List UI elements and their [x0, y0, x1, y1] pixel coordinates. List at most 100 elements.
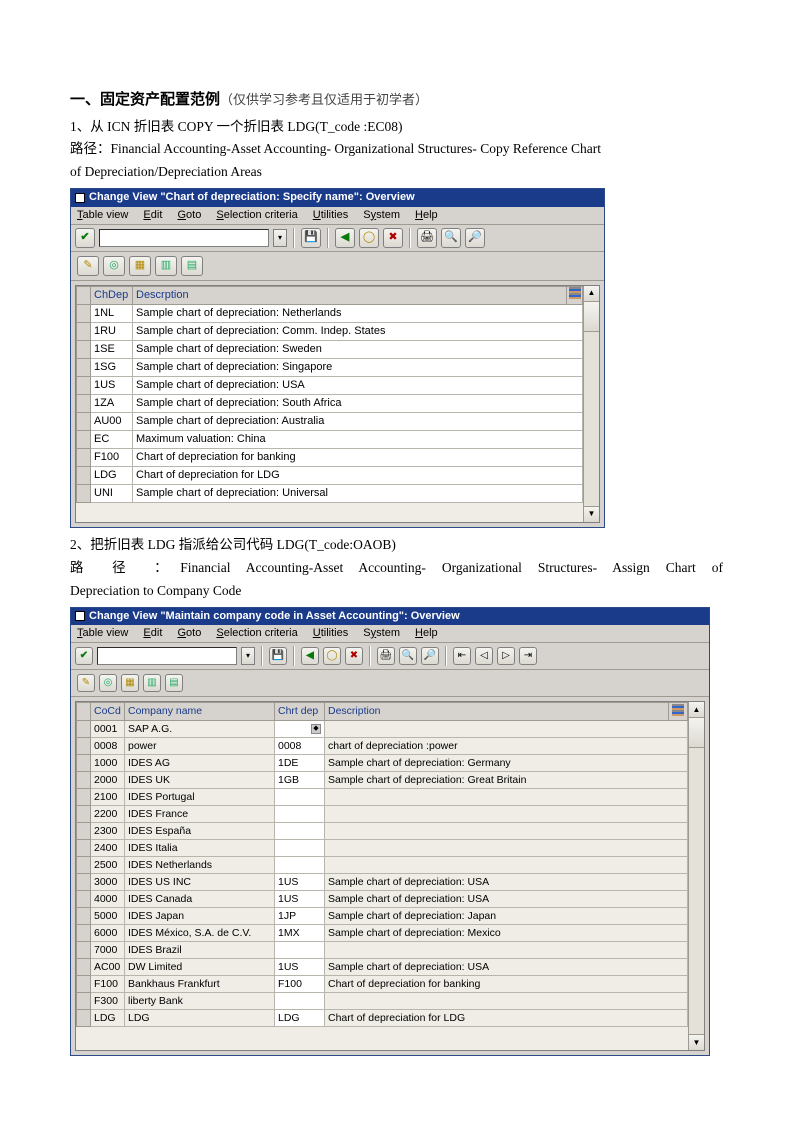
- cell-chrt-dep[interactable]: LDG: [275, 1010, 325, 1027]
- table-row[interactable]: LDGLDGLDGChart of depreciation for LDG: [77, 1010, 688, 1027]
- row-selector[interactable]: [77, 358, 91, 376]
- cell-chdep[interactable]: AU00: [91, 412, 133, 430]
- exit-button[interactable]: ◯: [323, 647, 341, 665]
- row-selector[interactable]: [77, 376, 91, 394]
- row-selector[interactable]: [77, 840, 91, 857]
- cell-chdep[interactable]: UNI: [91, 484, 133, 502]
- cell-chdep[interactable]: 1NL: [91, 304, 133, 322]
- table-row[interactable]: ECMaximum valuation: China: [77, 430, 583, 448]
- row-selector[interactable]: [77, 908, 91, 925]
- row-selector[interactable]: [77, 823, 91, 840]
- f4-help-button[interactable]: ◆: [311, 724, 321, 734]
- cell-description[interactable]: Sample chart of depreciation: Singapore: [133, 358, 583, 376]
- row-selector[interactable]: [77, 721, 91, 738]
- row-selector[interactable]: [77, 1010, 91, 1027]
- cancel-button[interactable]: ✖: [345, 647, 363, 665]
- menu-tableview[interactable]: Table view: [77, 627, 128, 639]
- table-row[interactable]: AU00Sample chart of depreciation: Austra…: [77, 412, 583, 430]
- table-row[interactable]: 1ZASample chart of depreciation: South A…: [77, 394, 583, 412]
- cell-chrt-dep[interactable]: 1JP: [275, 908, 325, 925]
- menu-edit[interactable]: Edit: [143, 209, 162, 221]
- col-description[interactable]: Descrption: [133, 286, 567, 304]
- cell-chdep[interactable]: 1US: [91, 376, 133, 394]
- cell-chrt-dep[interactable]: 0008: [275, 738, 325, 755]
- row-selector[interactable]: [77, 322, 91, 340]
- change-display-button[interactable]: ✎: [77, 674, 95, 692]
- table-row[interactable]: 5000IDES Japan1JPSample chart of depreci…: [77, 908, 688, 925]
- menu-system[interactable]: System: [363, 209, 400, 221]
- col-rowsel[interactable]: [77, 286, 91, 304]
- menu-help[interactable]: Help: [415, 627, 438, 639]
- table-row[interactable]: F300liberty Bank: [77, 993, 688, 1010]
- cancel-button[interactable]: ✖: [383, 228, 403, 248]
- save-button[interactable]: 💾: [301, 228, 321, 248]
- table-row[interactable]: 2100IDES Portugal: [77, 789, 688, 806]
- deselect-all-button[interactable]: ▤: [181, 256, 203, 276]
- first-page-button[interactable]: ⇤: [453, 647, 471, 665]
- row-selector[interactable]: [77, 466, 91, 484]
- table-row[interactable]: AC00DW Limited1USSample chart of depreci…: [77, 959, 688, 976]
- cell-chrt-dep[interactable]: [275, 806, 325, 823]
- cell-chdep[interactable]: F100: [91, 448, 133, 466]
- table-row[interactable]: 1USSample chart of depreciation: USA: [77, 376, 583, 394]
- scroll-thumb[interactable]: [689, 718, 704, 748]
- row-selector[interactable]: [77, 772, 91, 789]
- col-chrt-dep[interactable]: Chrt dep: [275, 702, 325, 721]
- cell-chrt-dep[interactable]: 1US: [275, 959, 325, 976]
- row-selector[interactable]: [77, 993, 91, 1010]
- cell-description[interactable]: Sample chart of depreciation: South Afri…: [133, 394, 583, 412]
- table-row[interactable]: 2300IDES España: [77, 823, 688, 840]
- select-block-button[interactable]: ▥: [143, 674, 161, 692]
- select-all-button[interactable]: ▦: [121, 674, 139, 692]
- col-company-name[interactable]: Company name: [125, 702, 275, 721]
- command-dropdown[interactable]: ▾: [241, 647, 255, 665]
- enter-button[interactable]: ✔: [75, 228, 95, 248]
- cell-description[interactable]: Sample chart of depreciation: Sweden: [133, 340, 583, 358]
- table-row[interactable]: 1000IDES AG1DESample chart of depreciati…: [77, 755, 688, 772]
- menu-utilities[interactable]: Utilities: [313, 209, 348, 221]
- cell-description[interactable]: Sample chart of depreciation: Netherland…: [133, 304, 583, 322]
- cell-chrt-dep[interactable]: 1US: [275, 874, 325, 891]
- cell-chdep[interactable]: EC: [91, 430, 133, 448]
- enter-button[interactable]: ✔: [75, 647, 93, 665]
- cell-description[interactable]: Chart of depreciation for LDG: [133, 466, 583, 484]
- table-settings-button[interactable]: [567, 286, 583, 304]
- menu-edit[interactable]: Edit: [143, 627, 162, 639]
- menu-goto[interactable]: Goto: [177, 209, 201, 221]
- cell-description[interactable]: Sample chart of depreciation: Australia: [133, 412, 583, 430]
- cell-description[interactable]: Sample chart of depreciation: USA: [133, 376, 583, 394]
- menu-selection[interactable]: Selection criteria: [216, 627, 297, 639]
- table-row[interactable]: 0001SAP A.G.◆: [77, 721, 688, 738]
- row-selector[interactable]: [77, 874, 91, 891]
- col-description[interactable]: Description: [325, 702, 669, 721]
- table-row[interactable]: LDGChart of depreciation for LDG: [77, 466, 583, 484]
- row-selector[interactable]: [77, 891, 91, 908]
- row-selector[interactable]: [77, 789, 91, 806]
- vertical-scrollbar[interactable]: ▲ ▼: [688, 702, 704, 1050]
- cell-chdep[interactable]: 1SG: [91, 358, 133, 376]
- table-row[interactable]: F100Chart of depreciation for banking: [77, 448, 583, 466]
- vertical-scrollbar[interactable]: ▲ ▼: [583, 286, 599, 522]
- cell-chrt-dep[interactable]: [275, 789, 325, 806]
- menu-selection[interactable]: Selection criteria: [216, 209, 297, 221]
- find-button[interactable]: 🔍: [399, 647, 417, 665]
- row-selector[interactable]: [77, 959, 91, 976]
- save-button[interactable]: 💾: [269, 647, 287, 665]
- next-page-button[interactable]: ▷: [497, 647, 515, 665]
- row-selector[interactable]: [77, 448, 91, 466]
- find-next-button[interactable]: 🔎: [465, 228, 485, 248]
- row-selector[interactable]: [77, 857, 91, 874]
- table-row[interactable]: 0008power0008chart of depreciation :powe…: [77, 738, 688, 755]
- cell-chrt-dep[interactable]: F100: [275, 976, 325, 993]
- scroll-up-button[interactable]: ▲: [689, 702, 704, 718]
- cell-description[interactable]: Sample chart of depreciation: Universal: [133, 484, 583, 502]
- back-button[interactable]: ◀: [335, 228, 355, 248]
- deselect-all-button[interactable]: ▤: [165, 674, 183, 692]
- table-row[interactable]: 1SESample chart of depreciation: Sweden: [77, 340, 583, 358]
- menu-goto[interactable]: Goto: [177, 627, 201, 639]
- row-selector[interactable]: [77, 340, 91, 358]
- table-row[interactable]: 2200IDES France: [77, 806, 688, 823]
- back-button[interactable]: ◀: [301, 647, 319, 665]
- cell-chdep[interactable]: 1SE: [91, 340, 133, 358]
- table-row[interactable]: 2500IDES Netherlands: [77, 857, 688, 874]
